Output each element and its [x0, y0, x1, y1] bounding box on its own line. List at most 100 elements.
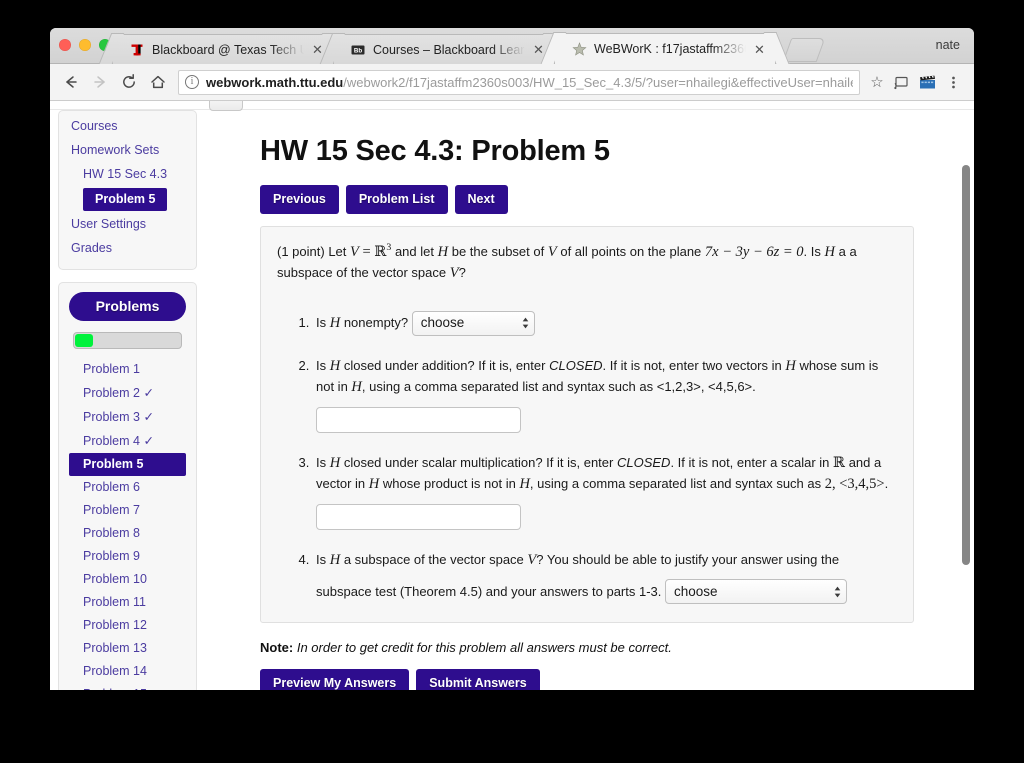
- real-space-symbol: ℝ3: [374, 242, 392, 260]
- url-host: webwork.math.ttu.edu: [206, 74, 344, 90]
- variable-h: H: [437, 243, 449, 260]
- cast-icon[interactable]: [888, 69, 914, 95]
- sidebar-item-user-settings[interactable]: User Settings: [59, 213, 196, 237]
- star-icon[interactable]: ☆: [866, 73, 888, 91]
- problem-points: (1 point): [277, 243, 325, 259]
- chevron-updown-icon: [834, 586, 841, 598]
- forward-arrow-icon: [87, 69, 113, 95]
- problem-link[interactable]: Problem 10: [69, 568, 186, 591]
- url-address-bar[interactable]: i webwork.math.ttu.edu/webwork2/f17jasta…: [178, 69, 860, 95]
- sidebar-problems-panel: Problems Problem 1 Problem 2 ✓ Problem 3 ✓…: [58, 281, 197, 690]
- sidebar-item-hw-15-sec-4-3[interactable]: HW 15 Sec 4.3: [59, 163, 196, 187]
- question-4: Is H a subspace of the vector space V? Y…: [313, 550, 897, 604]
- problem-link[interactable]: Problem 6: [69, 476, 186, 499]
- problem-link-list: Problem 1 Problem 2 ✓ Problem 3 ✓ Problem 4…: [69, 358, 186, 690]
- problems-panel-header: Problems: [69, 291, 186, 321]
- next-button[interactable]: Next: [454, 185, 508, 214]
- texas-tech-double-t-icon: [129, 42, 145, 58]
- browser-tab-courses-blackboard[interactable]: Bb Courses – Blackboard Learn ✕: [333, 34, 555, 64]
- page-title: HW 15 Sec 4.3: Problem 5: [260, 135, 610, 167]
- problem-link[interactable]: Problem 14: [69, 660, 186, 683]
- browser-toolbar: i webwork.math.ttu.edu/webwork2/f17jasta…: [50, 64, 974, 101]
- note-line: Note: In order to get credit for this pr…: [260, 640, 914, 655]
- variable-v-3: V: [449, 265, 459, 282]
- variable-v: V: [350, 243, 359, 260]
- problem-link[interactable]: Problem 1: [69, 358, 186, 381]
- tab-title: Courses – Blackboard Learn: [373, 42, 525, 57]
- new-tab-button[interactable]: [782, 38, 826, 62]
- tab-title: Blackboard @ Texas Tech Univ: [152, 42, 304, 57]
- homework-progress-bar: [73, 331, 182, 349]
- problem-statement-box: (1 point) Let V = ℝ3 and let H be the su…: [260, 226, 914, 623]
- note-label: Note:: [260, 640, 294, 655]
- problem-link[interactable]: Problem 13: [69, 637, 186, 660]
- page-scrollbar-thumb[interactable]: [962, 165, 970, 565]
- stem-text-8: ?: [458, 265, 466, 281]
- problem-link[interactable]: Problem 5: [69, 452, 186, 476]
- tab-title: WeBWorK : f17jastaffm2360s0: [594, 42, 746, 56]
- svg-text:Bb: Bb: [354, 47, 362, 54]
- home-icon[interactable]: [145, 69, 171, 95]
- question-3-text: Is H closed under scalar multiplication?…: [316, 454, 889, 493]
- question-1: Is H nonempty? choose: [313, 303, 897, 336]
- problem-list-button[interactable]: Problem List: [345, 185, 448, 214]
- variable-h-2: H: [824, 243, 835, 260]
- browser-tab-blackboard-ttu[interactable]: Blackboard @ Texas Tech Univ ✕: [112, 34, 334, 64]
- previous-button[interactable]: Previous: [260, 185, 339, 214]
- chevron-updown-icon: [522, 317, 529, 329]
- question-1-select[interactable]: choose: [411, 310, 535, 336]
- question-2-answer-input[interactable]: [316, 406, 521, 433]
- blackboard-bb-icon: Bb: [350, 42, 366, 58]
- browser-tab-strip: Blackboard @ Texas Tech Univ ✕ Bb Course…: [50, 28, 974, 64]
- space-exponent: 3: [386, 242, 392, 253]
- problem-link[interactable]: Problem 4 ✓: [69, 429, 186, 453]
- stem-text-3: be the subset of: [451, 243, 545, 259]
- sidebar-item-problem-5-active[interactable]: Problem 5: [83, 188, 168, 212]
- minimize-window-button[interactable]: [79, 39, 91, 51]
- answer-action-buttons: Preview My Answers Submit Answers: [260, 669, 914, 690]
- preview-my-answers-button[interactable]: Preview My Answers: [260, 669, 410, 690]
- problem-link[interactable]: Problem 12: [69, 614, 186, 637]
- close-icon[interactable]: ✕: [752, 42, 767, 57]
- url-text: webwork.math.ttu.edu/webwork2/f17jastaff…: [206, 75, 853, 90]
- browser-tab-webwork[interactable]: WeBWorK : f17jastaffm2360s0 ✕: [554, 33, 776, 64]
- movie-clapper-icon[interactable]: [914, 69, 940, 95]
- problem-link[interactable]: Problem 9: [69, 545, 186, 568]
- sidebar-nav-panel: Courses Homework Sets HW 15 Sec 4.3 Prob…: [58, 110, 197, 270]
- sidebar-item-courses[interactable]: Courses: [59, 115, 196, 139]
- stem-text-1: Let: [328, 243, 347, 259]
- problem-link[interactable]: Problem 8: [69, 522, 186, 545]
- info-circle-icon[interactable]: i: [185, 75, 199, 89]
- question-2-text: Is H closed under addition? If it is, en…: [316, 357, 879, 396]
- stem-text-4: of all points on the plane: [560, 243, 702, 259]
- window-traffic-lights: [59, 39, 111, 51]
- problem-link[interactable]: Problem 11: [69, 591, 186, 614]
- close-window-button[interactable]: [59, 39, 71, 51]
- problem-stem: (1 point) Let V = ℝ3 and let H be the su…: [277, 241, 897, 285]
- question-3-answer-input[interactable]: [316, 503, 521, 530]
- question-1-text: Is H nonempty?: [316, 315, 409, 332]
- back-arrow-icon[interactable]: [58, 69, 84, 95]
- main-content: HW 15 Sec 4.3: Problem 5 Previous Proble…: [208, 101, 974, 690]
- url-path: /webwork2/f17jastaffm2360s003/HW_15_Sec_…: [343, 74, 853, 90]
- note-text: In order to get credit for this problem …: [296, 640, 672, 655]
- browser-tabs: Blackboard @ Texas Tech Univ ✕ Bb Course…: [112, 28, 826, 64]
- question-4-select-value: choose: [674, 583, 718, 599]
- question-4-select[interactable]: choose: [665, 579, 848, 604]
- problem-link[interactable]: Problem 2 ✓: [69, 381, 186, 405]
- problem-link[interactable]: Problem 7: [69, 499, 186, 522]
- stem-text-5: . Is: [803, 243, 821, 259]
- reload-icon[interactable]: [116, 69, 142, 95]
- browser-profile-name[interactable]: nate: [936, 38, 960, 52]
- sidebar-item-homework-sets[interactable]: Homework Sets: [59, 139, 196, 163]
- submit-answers-button[interactable]: Submit Answers: [416, 669, 540, 690]
- problem-link[interactable]: Problem 3 ✓: [69, 405, 186, 429]
- problem-link[interactable]: Problem 15: [69, 683, 186, 690]
- sidebar-item-grades[interactable]: Grades: [59, 237, 196, 261]
- stem-text-6: a: [838, 243, 846, 259]
- three-dot-menu-icon[interactable]: [940, 69, 966, 95]
- problem-questions: Is H nonempty? choose Is H closed under …: [313, 303, 897, 604]
- variable-v-2: V: [547, 243, 557, 260]
- question-1-select-value: choose: [420, 315, 465, 331]
- webwork-star-icon: [571, 41, 587, 57]
